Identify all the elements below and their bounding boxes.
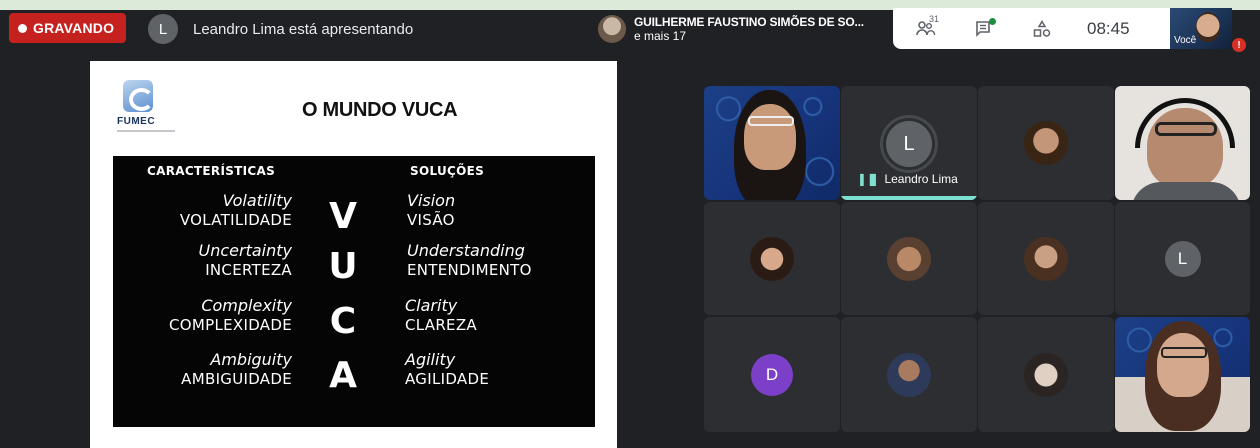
participant-photo [1024,121,1068,165]
people-icon[interactable]: 31 [915,14,939,40]
participant-photo [598,15,626,43]
participant-tile[interactable] [841,317,977,432]
solution-pt: ENTENDIMENTO [407,261,532,279]
active-speaker-tile[interactable]: L ▌▐▌ Leandro Lima [841,86,977,200]
chat-notification-dot [989,17,996,25]
participant-tile[interactable] [978,202,1114,315]
participant-tile[interactable]: L [1115,202,1250,315]
participant-photo [887,236,931,281]
vuca-letter: V [329,196,357,237]
more-participants: e mais 17 [634,29,687,43]
vuca-row: Ambiguity AMBIGUIDADE A Agility AGILIDADE [113,349,595,403]
glasses-icon [748,116,794,126]
glasses-icon [1161,347,1207,358]
characteristic-pt: AMBIGUIDADE [181,370,292,388]
vuca-letter: U [328,246,358,287]
fumec-logo-icon [123,80,154,112]
solution-en: Understanding [407,241,525,260]
participant-avatar: D [751,353,793,396]
alert-badge-icon[interactable]: ! [1232,38,1246,52]
speaker-name-label: ▌▐▌ Leandro Lima [860,172,958,186]
participant-tile[interactable] [978,86,1114,200]
characteristic-pt: COMPLEXIDADE [169,316,292,334]
participant-tile[interactable] [841,202,977,315]
vuca-row: Uncertainty INCERTEZA U Understanding ENTE… [113,240,595,294]
participant-photo [1024,352,1068,397]
headphones-icon [1135,98,1235,148]
record-dot-icon [18,23,27,33]
vuca-table: CARACTERÍSTICAS SOLUÇÕES Volatility VOLAT… [113,156,595,427]
participant-video-tile[interactable] [1115,86,1250,200]
characteristic-en: Ambiguity [210,350,292,369]
vuca-row: Volatility VOLATILIDADE V Vision VISÃO [113,190,595,244]
meeting-toolbar: 31 08:45 [893,8,1170,49]
logo-text: FUMEC [117,116,156,127]
presenter-avatar: L [148,14,178,44]
self-view-label: Você [1174,35,1197,46]
solution-pt: CLAREZA [405,316,477,334]
recording-badge[interactable]: GRAVANDO [9,13,126,43]
presenter-text: Leandro Lima está apresentando [193,20,414,38]
vuca-letter: C [329,301,357,342]
fumec-logo: FUMEC [115,76,175,136]
other-participants[interactable]: GUILHERME FAUSTINO SIMÕES DE SO... e mai… [598,12,864,46]
meeting-clock: 08:45 [1087,18,1130,38]
people-count: 31 [929,13,940,24]
participant-name: GUILHERME FAUSTINO SIMÕES DE SO... [634,15,864,29]
audio-level-icon: ▌▐▌ [860,175,879,186]
participant-photo [1024,236,1068,281]
solution-pt: AGILIDADE [405,370,490,388]
self-view-tile[interactable]: Você [1170,8,1232,49]
participant-tile[interactable] [704,202,840,315]
solution-en: Vision [407,191,456,210]
vuca-row: Complexity COMPLEXIDADE C Clarity CLAREZA [113,295,595,349]
characteristic-pt: VOLATILIDADE [179,211,292,229]
participant-avatar: L [1164,240,1201,277]
participant-photo [887,352,931,397]
speaking-indicator [841,196,977,200]
solution-en: Clarity [405,296,458,315]
participant-video-tile[interactable] [1115,317,1250,432]
characteristic-en: Uncertainty [198,241,292,260]
participant-tile[interactable]: D [704,317,840,432]
vuca-letter: A [329,355,357,396]
participant-video-tile[interactable] [704,86,840,200]
chat-icon[interactable] [973,17,996,40]
presenter-indicator: L Leandro Lima está apresentando [148,14,413,44]
characteristic-en: Complexity [201,296,292,315]
participant-grid: L ▌▐▌ Leandro Lima L D [704,86,1250,432]
presented-slide: FUMEC O MUNDO VUCA CARACTERÍSTICAS SOLUÇ… [90,61,617,448]
speaker-avatar: L [883,118,935,170]
participant-tile[interactable] [978,317,1114,432]
characteristic-en: Volatility [222,191,292,210]
characteristics-header: CARACTERÍSTICAS [147,164,276,178]
solution-pt: VISÃO [407,211,455,229]
recording-label: GRAVANDO [33,20,115,36]
solutions-header: SOLUÇÕES [410,164,485,178]
solution-en: Agility [405,350,456,369]
characteristic-pt: INCERTEZA [205,261,292,279]
participant-photo [750,236,794,281]
activities-icon[interactable] [1031,18,1053,40]
slide-title: O MUNDO VUCA [302,99,458,121]
self-video [1196,12,1220,42]
